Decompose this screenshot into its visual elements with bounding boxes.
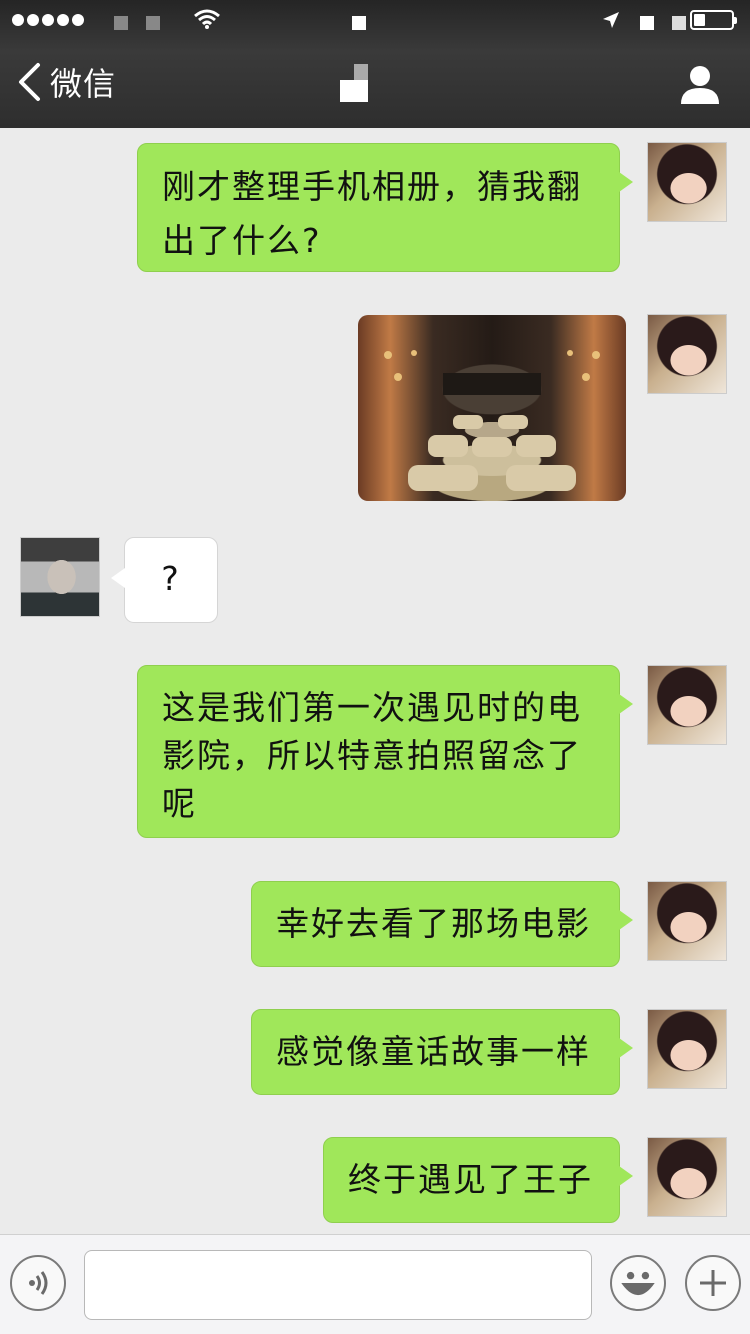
message-bubble[interactable]: 这是我们第一次遇见时的电 影院，所以特意拍照留念了 呢 bbox=[137, 665, 633, 838]
message-line: 这是我们第一次遇见时的电 bbox=[162, 688, 582, 727]
more-button[interactable] bbox=[685, 1255, 741, 1311]
message-line: 幸好去看了那场电影 bbox=[276, 904, 591, 943]
my-avatar[interactable] bbox=[647, 881, 727, 961]
my-avatar[interactable] bbox=[647, 1137, 727, 1217]
status-bar bbox=[0, 0, 750, 40]
message-line: 呢 bbox=[162, 784, 197, 823]
message-bubble[interactable]: ? bbox=[111, 537, 218, 623]
location-arrow-icon bbox=[603, 12, 619, 28]
my-avatar[interactable] bbox=[647, 314, 727, 394]
chat-title bbox=[340, 64, 370, 104]
voice-icon bbox=[29, 1271, 48, 1295]
message-line: 出了什么? bbox=[162, 221, 322, 260]
wifi-icon bbox=[194, 9, 220, 29]
message-line: 感觉像童话故事一样 bbox=[276, 1032, 591, 1071]
plus-icon bbox=[700, 1270, 726, 1296]
my-avatar[interactable] bbox=[647, 1009, 727, 1089]
cinema-photo bbox=[384, 350, 600, 491]
back-label: 微信 bbox=[50, 65, 117, 103]
alarm-indicator bbox=[640, 16, 654, 30]
contact-avatar[interactable] bbox=[20, 537, 100, 617]
back-button[interactable]: 微信 bbox=[16, 60, 116, 104]
message-bubble[interactable]: 幸好去看了那场电影 bbox=[251, 881, 633, 967]
chevron-left-icon bbox=[19, 63, 40, 101]
cinema-photo-message[interactable] bbox=[358, 315, 626, 501]
message-bubble[interactable]: 感觉像童话故事一样 bbox=[251, 1009, 633, 1095]
smiley-icon bbox=[621, 1271, 655, 1296]
navigation-bar: 微信 bbox=[0, 40, 750, 128]
emoji-button[interactable] bbox=[610, 1255, 666, 1311]
battery-level bbox=[694, 14, 705, 26]
battery-icon bbox=[690, 10, 737, 30]
signal-strength-icon bbox=[12, 14, 84, 26]
message-line: ? bbox=[161, 559, 181, 598]
person-icon[interactable] bbox=[678, 62, 722, 106]
message-bubble[interactable]: 刚才整理手机相册，猜我翻 出了什么? bbox=[137, 143, 633, 272]
message-input[interactable] bbox=[84, 1250, 592, 1320]
input-bar bbox=[0, 1234, 750, 1334]
carrier-label-2 bbox=[146, 16, 160, 30]
my-avatar[interactable] bbox=[647, 142, 727, 222]
message-line: 刚才整理手机相册，猜我翻 bbox=[162, 167, 582, 206]
voice-button[interactable] bbox=[10, 1255, 66, 1311]
carrier-label bbox=[114, 16, 128, 30]
top-bar: 微信 bbox=[0, 0, 750, 128]
battery-percent bbox=[672, 16, 686, 30]
clock bbox=[352, 16, 366, 30]
my-avatar[interactable] bbox=[647, 665, 727, 745]
message-bubble[interactable]: 终于遇见了王子 bbox=[323, 1137, 633, 1223]
message-line: 终于遇见了王子 bbox=[348, 1160, 593, 1199]
message-line: 影院，所以特意拍照留念了 bbox=[162, 736, 582, 775]
